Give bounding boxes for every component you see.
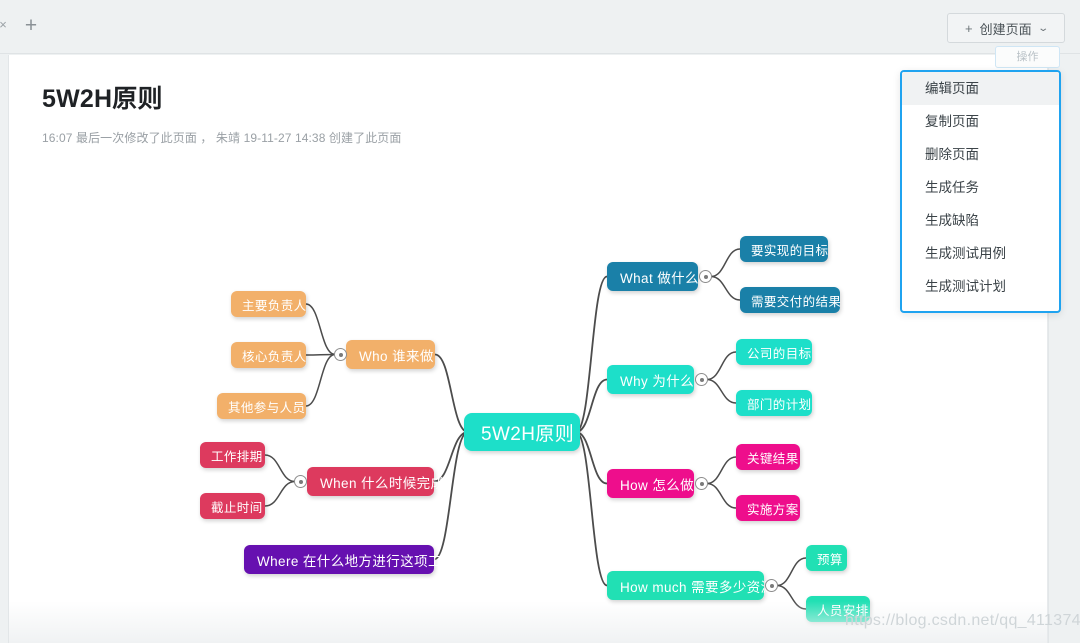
mindmap-leaf-who-2[interactable]: 其他参与人员 <box>217 393 306 419</box>
mindmap-root-node[interactable]: 5W2H原则 <box>464 413 580 451</box>
mindmap-leaf-who-0[interactable]: 主要负责人 <box>231 291 306 317</box>
browser-tab-bar: × + + 创建页面 ⌄ <box>0 0 1080 54</box>
mindmap-canvas[interactable]: 5W2H原则 Who 谁来做 主要负责人核心负责人其他参与人员 When 什么时候完成… <box>9 55 1047 643</box>
app-root: × + + 创建页面 ⌄ 5W2H原则 16:07 最后一次修改了此页面 ， 朱… <box>0 0 1080 643</box>
mindmap-leaf-howmuch-0[interactable]: 预算 <box>806 545 847 571</box>
document-panel: 5W2H原则 16:07 最后一次修改了此页面 ， 朱靖 19-11-27 14… <box>8 55 1048 643</box>
menu-item-3[interactable]: 生成任务 <box>902 171 1059 204</box>
create-page-button[interactable]: + 创建页面 ⌄ <box>947 13 1065 43</box>
mindmap-leaf-why-0[interactable]: 公司的目标 <box>736 339 812 365</box>
mindmap-leaf-who-1[interactable]: 核心负责人 <box>231 342 306 368</box>
menu-item-0[interactable]: 编辑页面 <box>902 72 1059 105</box>
mindmap-branch-howmuch[interactable]: How much 需要多少资源 <box>607 571 774 600</box>
mindmap-leaf-what-1[interactable]: 需要交付的结果 <box>740 287 841 313</box>
collapse-toggle-how[interactable] <box>695 477 708 490</box>
collapse-toggle-what[interactable] <box>699 270 712 283</box>
mindmap-leaf-why-1[interactable]: 部门的计划 <box>736 390 812 416</box>
menu-item-6[interactable]: 生成测试计划 <box>902 270 1059 303</box>
menu-item-2[interactable]: 删除页面 <box>902 138 1059 171</box>
collapse-toggle-howmuch[interactable] <box>765 579 778 592</box>
mindmap-branch-why[interactable]: Why 为什么 <box>607 365 694 394</box>
mindmap-leaf-what-0[interactable]: 要实现的目标 <box>740 236 828 262</box>
mindmap-connectors <box>264 248 807 610</box>
mindmap-leaf-when-1[interactable]: 截止时间 <box>200 493 265 519</box>
mindmap-branch-where[interactable]: Where 在什么地方进行这项工作 <box>244 545 455 574</box>
chevron-down-icon: ⌄ <box>1036 22 1049 34</box>
menu-item-5[interactable]: 生成测试用例 <box>902 237 1059 270</box>
mindmap-branch-who[interactable]: Who 谁来做 <box>346 340 435 369</box>
collapse-toggle-why[interactable] <box>695 373 708 386</box>
collapse-toggle-who[interactable] <box>334 348 347 361</box>
page-actions-menu[interactable]: 编辑页面 复制页面 删除页面 生成任务 生成缺陷 生成测试用例 生成测试计划 <box>900 70 1061 313</box>
mindmap-branch-when[interactable]: When 什么时候完成 <box>307 467 444 496</box>
create-page-label: 创建页面 <box>979 21 1032 37</box>
mindmap-branch-what[interactable]: What 做什么 <box>607 262 699 291</box>
collapse-toggle-when[interactable] <box>294 475 307 488</box>
page-action-button[interactable]: 操作 <box>995 46 1060 68</box>
menu-item-4[interactable]: 生成缺陷 <box>902 204 1059 237</box>
plus-icon: + <box>965 20 973 36</box>
mindmap-branch-how[interactable]: How 怎么做 <box>607 469 694 498</box>
mindmap-leaf-when-0[interactable]: 工作排期 <box>200 442 265 468</box>
mindmap-leaf-howmuch-1[interactable]: 人员安排 <box>806 596 870 622</box>
new-tab-button[interactable]: + <box>20 14 42 38</box>
menu-item-1[interactable]: 复制页面 <box>902 105 1059 138</box>
tab-close-icon[interactable]: × <box>0 18 10 32</box>
mindmap-leaf-how-0[interactable]: 关键结果 <box>736 444 800 470</box>
mindmap-leaf-how-1[interactable]: 实施方案 <box>736 495 800 521</box>
